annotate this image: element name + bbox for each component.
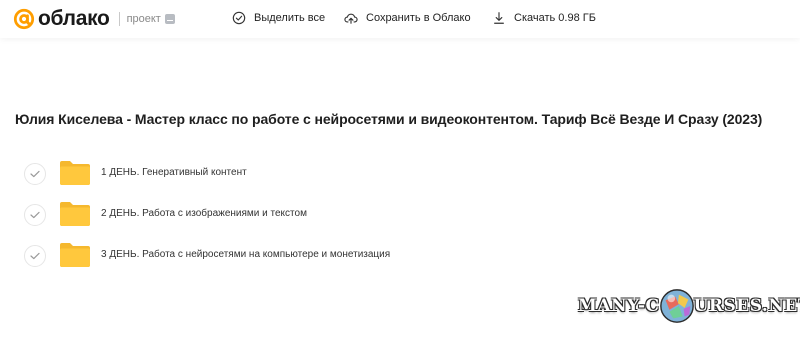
page-title: Юлия Киселева - Мастер класс по работе с… — [15, 111, 763, 127]
check-circle-icon — [232, 11, 246, 25]
item-name[interactable]: 3 ДЕНЬ. Работа с нейросетями на компьюте… — [101, 249, 390, 260]
select-all-button[interactable]: Выделить все — [232, 10, 325, 26]
watermark-text-start: MANY-C — [578, 296, 660, 316]
folder-icon — [60, 161, 90, 185]
select-all-label: Выделить все — [254, 12, 326, 24]
checkmark-icon — [30, 252, 40, 260]
vk-badge-icon — [164, 14, 175, 24]
item-checkbox[interactable] — [24, 245, 46, 267]
item-checkbox[interactable] — [24, 204, 46, 226]
folder-icon — [60, 243, 90, 267]
logo-divider — [118, 12, 120, 26]
list-item[interactable]: 3 ДЕНЬ. Работа с нейросетями на компьюте… — [0, 237, 800, 277]
checkmark-icon — [30, 170, 40, 178]
item-name[interactable]: 2 ДЕНЬ. Работа с изображениями и текстом — [101, 208, 307, 219]
top-header: облако проект Выделить все Сохранить в О… — [0, 0, 800, 38]
project-label: проект — [126, 13, 161, 25]
cloud-logo[interactable]: облако проект — [13, 7, 175, 31]
checkmark-icon — [30, 211, 40, 219]
globe-icon — [659, 289, 694, 323]
download-button[interactable]: Скачать 0.98 ГБ — [492, 10, 596, 26]
logo-text: облако — [38, 7, 110, 30]
folder-icon — [60, 202, 90, 226]
download-label: Скачать 0.98 ГБ — [514, 12, 596, 24]
item-checkbox[interactable] — [24, 163, 46, 185]
cloud-upload-icon — [344, 13, 358, 24]
item-name[interactable]: 1 ДЕНЬ. Генеративный контент — [101, 167, 247, 178]
list-item[interactable]: 2 ДЕНЬ. Работа с изображениями и текстом — [0, 196, 800, 236]
download-icon — [494, 12, 504, 24]
watermark: MANY-C URSES.NET — [578, 287, 800, 325]
at-logo-icon — [13, 8, 35, 30]
save-to-cloud-button[interactable]: Сохранить в Облако — [344, 10, 471, 26]
watermark-text-end: URSES.NET — [693, 296, 800, 316]
save-label: Сохранить в Облако — [366, 12, 471, 24]
list-item[interactable]: 1 ДЕНЬ. Генеративный контент — [0, 155, 800, 195]
